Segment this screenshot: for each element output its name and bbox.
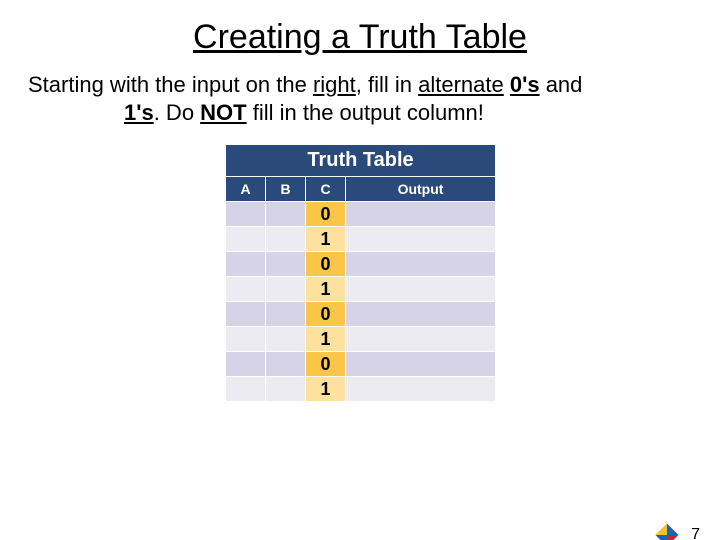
col-header-c: C: [306, 177, 346, 202]
table-row: 1: [226, 277, 496, 302]
word-ones: 1's: [124, 100, 154, 125]
cell-c: 1: [306, 327, 346, 352]
cell-a: [226, 302, 266, 327]
word-not: NOT: [200, 100, 246, 125]
cell-b: [266, 227, 306, 252]
truth-table: Truth Table A B C Output 0 1 0 1 0 1 0 1: [225, 144, 496, 402]
cell-a: [226, 327, 266, 352]
cell-c: 1: [306, 277, 346, 302]
cell-b: [266, 252, 306, 277]
cell-b: [266, 352, 306, 377]
body-mid1: , fill in: [356, 72, 418, 97]
cell-output: [346, 277, 496, 302]
table-row: 1: [226, 227, 496, 252]
word-alternate: alternate: [418, 72, 504, 97]
cell-c: 1: [306, 227, 346, 252]
word-zeros: 0's: [510, 72, 540, 97]
col-header-a: A: [226, 177, 266, 202]
cell-a: [226, 202, 266, 227]
cell-output: [346, 227, 496, 252]
col-header-b: B: [266, 177, 306, 202]
body-mid2: . Do: [154, 100, 200, 125]
cell-output: [346, 327, 496, 352]
cell-b: [266, 377, 306, 402]
table-row: 0: [226, 252, 496, 277]
cell-a: [226, 352, 266, 377]
table-row: 1: [226, 327, 496, 352]
cell-a: [226, 377, 266, 402]
table-row: 0: [226, 352, 496, 377]
cell-a: [226, 227, 266, 252]
cell-b: [266, 277, 306, 302]
body-post2: fill in the output column!: [247, 100, 484, 125]
table-title: Truth Table: [226, 145, 496, 177]
page-number: 7: [691, 526, 700, 540]
table-row: 1: [226, 377, 496, 402]
cell-output: [346, 377, 496, 402]
table-row: 0: [226, 202, 496, 227]
table-row: 0: [226, 302, 496, 327]
cell-b: [266, 302, 306, 327]
slide-title: Creating a Truth Table: [0, 18, 720, 57]
cell-c: 0: [306, 302, 346, 327]
cell-c: 0: [306, 252, 346, 277]
col-header-output: Output: [346, 177, 496, 202]
word-right: right: [313, 72, 356, 97]
cell-c: 0: [306, 352, 346, 377]
cell-c: 0: [306, 202, 346, 227]
cell-a: [226, 277, 266, 302]
cell-b: [266, 202, 306, 227]
slide-body: Starting with the input on the right, fi…: [28, 71, 692, 126]
cell-b: [266, 327, 306, 352]
cell-output: [346, 252, 496, 277]
cell-c: 1: [306, 377, 346, 402]
cell-output: [346, 302, 496, 327]
logo-icon: [654, 522, 680, 540]
cell-a: [226, 252, 266, 277]
body-pre: Starting with the input on the: [28, 72, 313, 97]
cell-output: [346, 352, 496, 377]
cell-output: [346, 202, 496, 227]
body-post1: and: [540, 72, 583, 97]
truth-table-container: Truth Table A B C Output 0 1 0 1 0 1 0 1: [225, 144, 495, 402]
